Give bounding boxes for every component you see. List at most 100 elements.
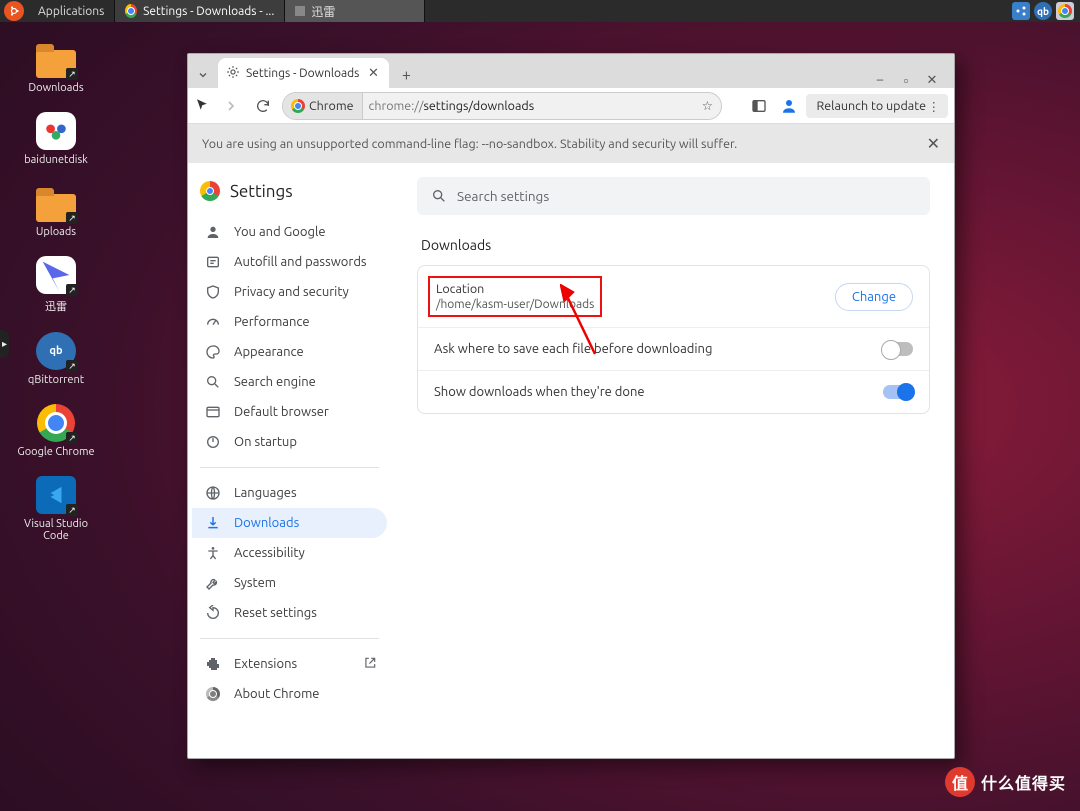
globe-icon <box>204 485 222 501</box>
sidebar-item-label: Performance <box>234 315 310 329</box>
sidebar-item-privacy[interactable]: Privacy and security <box>192 277 387 307</box>
external-link-icon <box>363 656 377 673</box>
tab-settings-downloads[interactable]: Settings - Downloads ✕ <box>218 58 389 88</box>
sidebar-divider <box>200 638 379 639</box>
sidebar-item-label: Autofill and passwords <box>234 255 367 269</box>
warning-close-button[interactable]: ✕ <box>927 134 940 153</box>
top-panel: Applications Settings - Downloads - ... … <box>0 0 1080 22</box>
chrome-icon <box>200 181 220 201</box>
tray-qbittorrent-icon[interactable]: qb <box>1034 2 1052 20</box>
tab-search-button[interactable] <box>192 62 214 88</box>
taskbar-item-label: 迅雷 <box>311 3 335 20</box>
downloads-settings-card: Location /home/kasm-user/Downloads Chang… <box>417 265 930 414</box>
panel-handle[interactable]: ▸ <box>0 330 9 358</box>
desktop-icon-xunlei[interactable]: ↗ 迅雷 <box>14 256 98 314</box>
search-settings-input[interactable]: Search settings <box>417 177 930 215</box>
settings-header: Settings <box>192 177 387 217</box>
palette-icon <box>204 344 222 360</box>
show-when-done-toggle[interactable] <box>883 385 913 399</box>
desktop-icon-chrome[interactable]: ↗ Google Chrome <box>14 404 98 458</box>
download-icon <box>204 515 222 531</box>
tab-strip: Settings - Downloads ✕ + – ▫ ✕ <box>188 54 954 88</box>
new-tab-button[interactable]: + <box>393 62 419 88</box>
desktop-icon-label: qBittorrent <box>14 374 98 386</box>
sidebar-item-default-browser[interactable]: Default browser <box>192 397 387 427</box>
chrome-window: Settings - Downloads ✕ + – ▫ ✕ Chrome ch… <box>187 53 955 759</box>
profile-button[interactable] <box>778 95 800 117</box>
omnibox-chip-label: Chrome <box>309 99 354 113</box>
sidebar-item-languages[interactable]: Languages <box>192 478 387 508</box>
taskbar-item-xunlei[interactable]: 迅雷 <box>285 0 425 22</box>
sidebar-item-reset[interactable]: Reset settings <box>192 598 387 628</box>
relaunch-to-update-button[interactable]: Relaunch to update <box>806 94 948 118</box>
desktop-icon-qbittorrent[interactable]: qb ↗ qBittorrent <box>14 332 98 386</box>
chrome-icon <box>291 99 305 113</box>
taskbar-item-chrome-settings[interactable]: Settings - Downloads - ... <box>115 0 285 22</box>
sidebar-item-label: You and Google <box>234 225 326 239</box>
location-highlight-box: Location /home/kasm-user/Downloads <box>428 276 602 317</box>
tab-close-button[interactable]: ✕ <box>365 66 381 81</box>
url-path: settings/downloads <box>423 99 534 113</box>
sidebar-item-downloads[interactable]: Downloads <box>192 508 387 538</box>
sidebar-item-accessibility[interactable]: Accessibility <box>192 538 387 568</box>
address-bar[interactable]: Chrome chrome:// settings/downloads ☆ <box>282 92 722 120</box>
sidebar-item-label: Downloads <box>234 516 299 530</box>
sidebar-item-extensions[interactable]: Extensions <box>192 649 387 679</box>
applications-menu[interactable]: Applications <box>28 0 115 22</box>
side-panel-button[interactable] <box>746 93 772 119</box>
ask-where-row[interactable]: Ask where to save each file before downl… <box>418 327 929 370</box>
cursor-icon <box>194 97 212 115</box>
reload-button[interactable] <box>250 93 276 119</box>
sidebar-item-performance[interactable]: Performance <box>192 307 387 337</box>
extension-icon <box>204 656 222 672</box>
tray-app-icon[interactable] <box>1012 2 1030 20</box>
location-value: /home/kasm-user/Downloads <box>436 298 594 311</box>
power-icon <box>204 434 222 450</box>
tray-chrome-icon[interactable] <box>1056 2 1074 20</box>
window-minimize-button[interactable]: – <box>872 73 888 88</box>
sidebar-item-label: Default browser <box>234 405 329 419</box>
sidebar-item-autofill[interactable]: Autofill and passwords <box>192 247 387 277</box>
desktop-icon-downloads[interactable]: ↗ Downloads <box>14 40 98 94</box>
ubuntu-logo-icon[interactable] <box>4 1 24 21</box>
search-icon <box>431 188 447 204</box>
sidebar-item-on-startup[interactable]: On startup <box>192 427 387 457</box>
desktop-icon-baidunetdisk[interactable]: baidunetdisk <box>14 112 98 166</box>
sidebar-item-about[interactable]: About Chrome <box>192 679 387 709</box>
omnibox-chip[interactable]: Chrome <box>283 93 363 119</box>
taskbar-item-label: Settings - Downloads - ... <box>143 5 274 18</box>
search-icon <box>204 374 222 390</box>
speedometer-icon <box>204 314 222 330</box>
change-location-button[interactable]: Change <box>835 283 913 311</box>
reset-icon <box>204 605 222 621</box>
sidebar-item-search-engine[interactable]: Search engine <box>192 367 387 397</box>
sidebar-item-label: On startup <box>234 435 297 449</box>
window-close-button[interactable]: ✕ <box>924 73 940 88</box>
browser-icon <box>204 404 222 420</box>
sidebar-item-label: Appearance <box>234 345 304 359</box>
desktop-icon-label: Downloads <box>14 82 98 94</box>
sidebar-item-appearance[interactable]: Appearance <box>192 337 387 367</box>
window-maximize-button[interactable]: ▫ <box>898 73 914 88</box>
ask-where-toggle[interactable] <box>883 342 913 356</box>
show-when-done-row[interactable]: Show downloads when they're done <box>418 370 929 413</box>
sidebar-item-system[interactable]: System <box>192 568 387 598</box>
desktop-icon-label: Uploads <box>14 226 98 238</box>
desktop-icons: ↗ Downloads baidunetdisk ↗ Uploads ↗ 迅雷 … <box>14 40 98 560</box>
accessibility-icon <box>204 545 222 561</box>
settings-sidebar: Settings You and Google Autofill and pas… <box>188 163 393 758</box>
desktop-icon-vscode[interactable]: ↗ Visual Studio Code <box>14 476 98 542</box>
sidebar-item-label: About Chrome <box>234 687 319 701</box>
gear-icon <box>226 65 240 82</box>
bookmark-star-icon[interactable]: ☆ <box>702 98 713 113</box>
section-title-downloads: Downloads <box>421 237 930 253</box>
sidebar-item-you-and-google[interactable]: You and Google <box>192 217 387 247</box>
forward-button[interactable] <box>218 93 244 119</box>
chrome-icon <box>125 4 137 18</box>
desktop-icon-label: baidunetdisk <box>14 154 98 166</box>
url-prefix: chrome:// <box>363 99 424 113</box>
sidebar-item-label: System <box>234 576 276 590</box>
commandline-flag-warning: You are using an unsupported command-lin… <box>188 124 954 163</box>
sidebar-divider <box>200 467 379 468</box>
desktop-icon-uploads[interactable]: ↗ Uploads <box>14 184 98 238</box>
